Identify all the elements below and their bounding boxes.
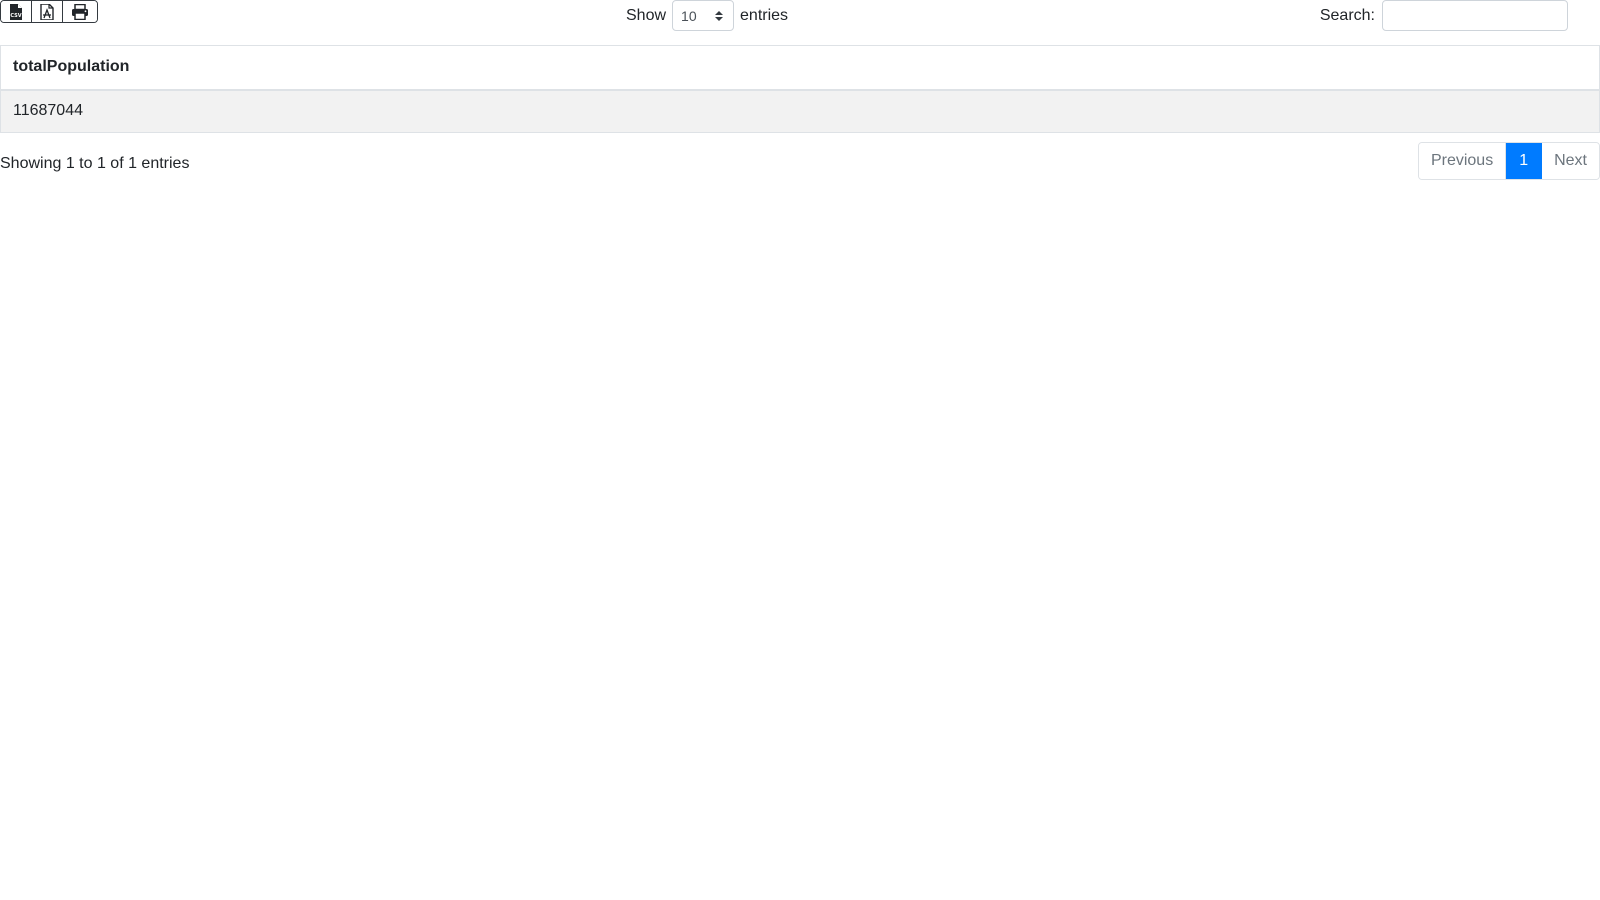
table-cell: 11687044 xyxy=(0,89,1600,133)
table-row: 11687044 xyxy=(0,89,1600,133)
table-header-row: totalPopulation xyxy=(0,45,1600,91)
export-button-group: CSV xyxy=(0,0,98,23)
csv-file-icon: CSV xyxy=(10,3,22,20)
column-header-totalpopulation[interactable]: totalPopulation xyxy=(0,45,1600,91)
entries-per-page-select[interactable]: 10 xyxy=(672,0,735,31)
entries-label: entries xyxy=(740,6,789,24)
pagination: Previous 1 Next xyxy=(1417,142,1600,180)
search-control: Search: xyxy=(1320,0,1568,31)
show-label: Show xyxy=(626,6,667,24)
pdf-file-icon xyxy=(40,3,54,20)
csv-export-button[interactable]: CSV xyxy=(1,1,32,22)
data-table: totalPopulation 11687044 xyxy=(0,45,1600,133)
table-toolbar: CSV Show 10 entries Search: xyxy=(0,0,1568,45)
search-input[interactable] xyxy=(1382,0,1568,31)
printer-icon xyxy=(72,3,88,20)
select-arrows-icon xyxy=(715,10,724,21)
next-page-button[interactable]: Next xyxy=(1542,143,1599,179)
page-1-button[interactable]: 1 xyxy=(1506,143,1543,179)
table-footer: Showing 1 to 1 of 1 entries Previous 1 N… xyxy=(0,142,1600,202)
table-info: Showing 1 to 1 of 1 entries xyxy=(0,155,190,172)
print-button[interactable] xyxy=(63,1,97,22)
previous-page-button[interactable]: Previous xyxy=(1418,143,1507,179)
entries-length-control: Show 10 entries xyxy=(626,0,788,31)
pdf-export-button[interactable] xyxy=(32,1,63,22)
search-label: Search: xyxy=(1319,6,1375,24)
entries-per-page-value: 10 xyxy=(681,7,697,24)
svg-text:CSV: CSV xyxy=(10,13,21,19)
